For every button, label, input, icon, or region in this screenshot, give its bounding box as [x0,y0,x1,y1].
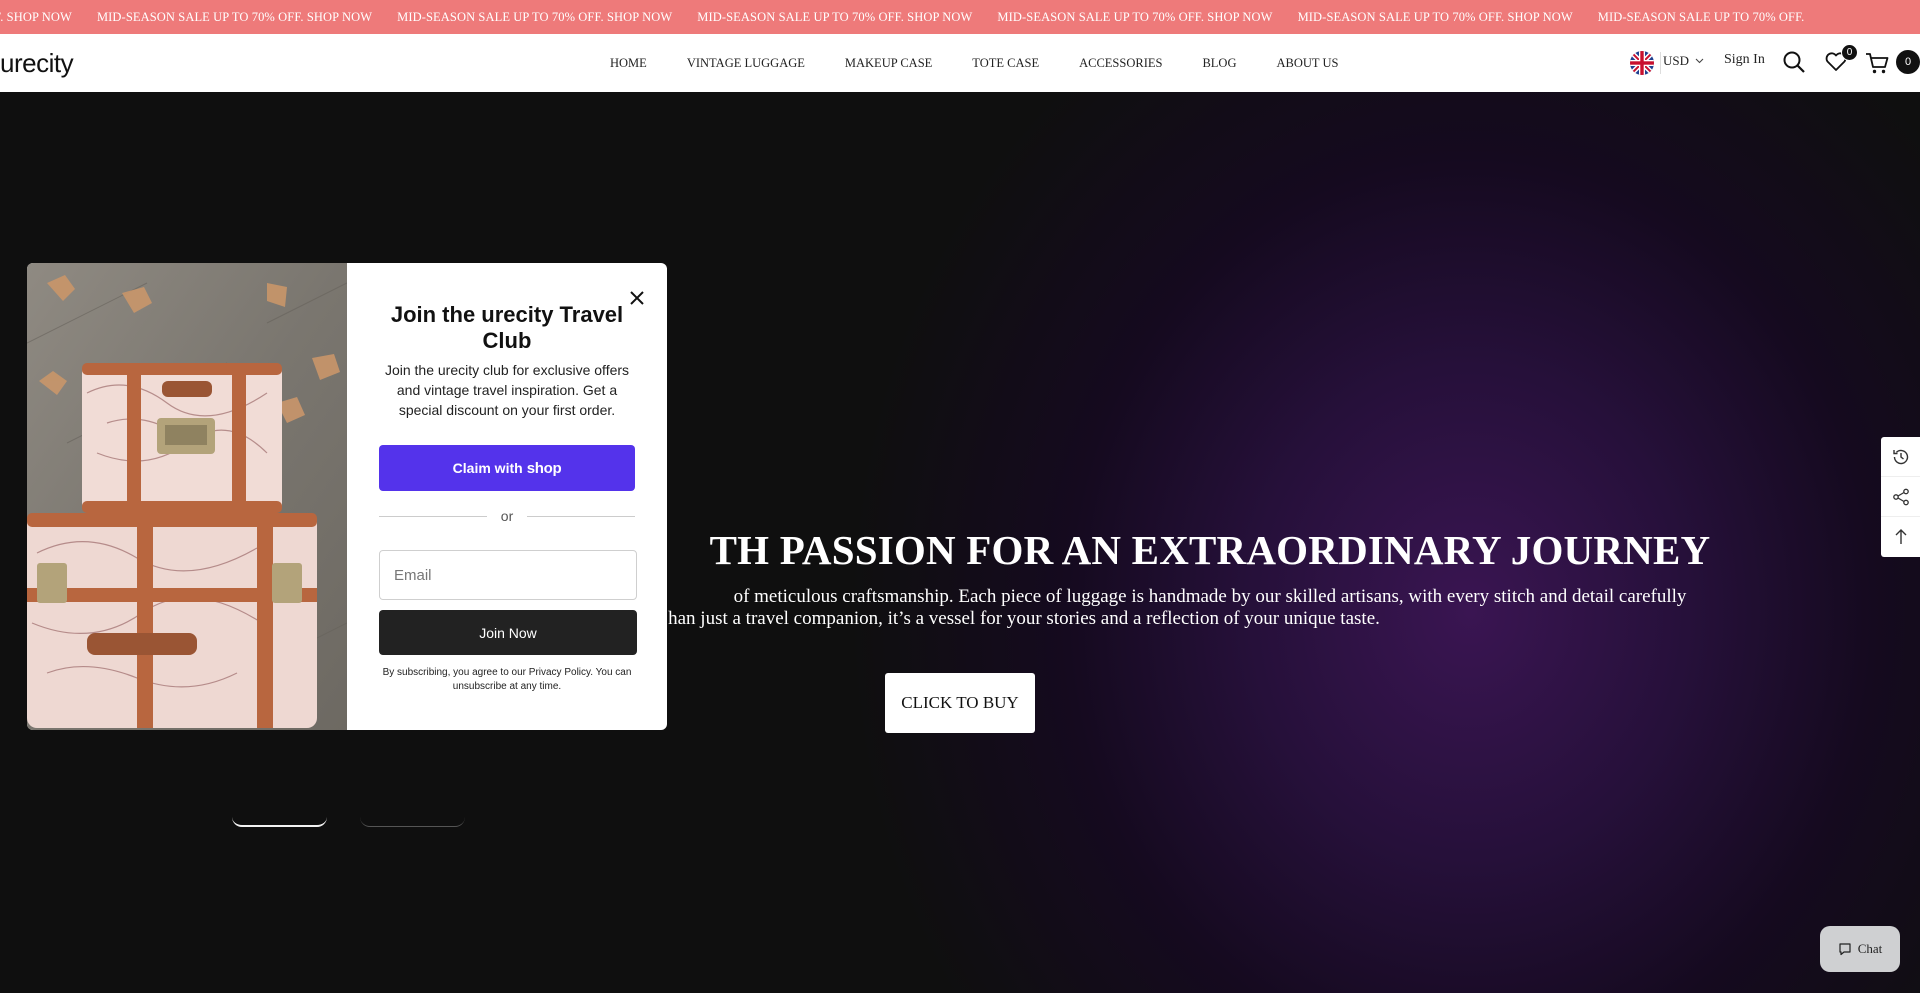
share-button[interactable] [1881,477,1920,517]
chevron-down-icon [1695,58,1704,64]
wishlist-count-badge: 0 [1841,44,1858,61]
chat-button[interactable]: Chat [1820,926,1900,972]
announcement-item[interactable]: MID-SEASON SALE UP TO 70% OFF. SHOP NOW [397,10,697,25]
chat-label: Chat [1857,941,1883,956]
nav-item-home[interactable]: HOME [590,56,667,71]
nav-item-makeup-case[interactable]: MAKEUP CASE [825,56,952,71]
click-to-buy-button[interactable]: CLICK TO BUY [885,673,1035,733]
or-divider: or [379,506,636,526]
popup-description: Join the urecity club for exclusive offe… [384,362,630,418]
chat-bubble-icon [1839,943,1851,956]
announcement-item[interactable]: OFF. SHOP NOW [0,10,97,25]
cart-icon [1866,53,1889,74]
divider-line [379,515,487,517]
divider-line [527,515,636,517]
side-toolbar [1881,437,1920,557]
slider-pagination[interactable] [360,817,465,827]
nav-item-accessories[interactable]: ACCESSORIES [1059,56,1182,71]
site-header: urecity HOME VINTAGE LUGGAGE MAKEUP CASE TO… [0,34,1920,92]
slider-pagination-active[interactable] [232,817,327,827]
shop-pay-logo: shop [526,459,562,477]
claim-with-shop-button[interactable]: Claim with shop [379,445,635,491]
cart-count-badge: 0 [1896,50,1920,74]
claim-label: Claim with [452,460,523,476]
announcement-item[interactable]: MID-SEASON SALE UP TO 70% OFF. SHOP NOW [697,10,997,25]
newsletter-popup: Join the urecity Travel Club Join the ur… [27,263,667,730]
share-icon [1892,488,1909,505]
announcement-bar[interactable]: OFF. SHOP NOWMID-SEASON SALE UP TO 70% O… [0,0,1920,34]
email-field[interactable] [379,550,637,600]
join-now-button[interactable]: Join Now [379,610,637,655]
popup-content: Join the urecity Travel Club Join the ur… [347,263,667,730]
recently-viewed-button[interactable] [1881,437,1920,477]
sign-in-link[interactable]: Sign In [1724,52,1765,68]
popup-image-luggage [27,263,347,730]
nav-item-vintage-luggage[interactable]: VINTAGE LUGGAGE [667,56,825,71]
history-icon [1892,449,1908,464]
back-to-top-button[interactable] [1881,517,1920,557]
currency-selector[interactable]: USD [1663,53,1704,69]
search-icon[interactable] [1782,50,1808,76]
announcement-item[interactable]: MID-SEASON SALE UP TO 70% OFF. SHOP NOW [97,10,397,25]
hero-title-text: TH PASSION FOR AN EXTRAORDINARY JOURNEY [709,527,1711,573]
privacy-notice: By subscribing, you agree to our Privacy… [382,667,632,692]
site-logo[interactable]: urecity [0,48,74,79]
nav-item-tote-case[interactable]: TOTE CASE [952,56,1059,71]
nav-item-about-us[interactable]: ABOUT US [1256,56,1358,71]
popup-title: Join the urecity Travel Club [390,302,624,353]
or-label: or [500,508,514,524]
announcement-item[interactable]: MID-SEASON SALE UP TO 70% OFF. [1598,10,1830,25]
uk-flag-icon[interactable] [1630,51,1654,75]
wishlist-button[interactable]: 0 [1824,44,1858,76]
currency-label: USD [1663,53,1690,68]
main-nav: HOME VINTAGE LUGGAGE MAKEUP CASE TOTE CASE A… [590,34,1358,92]
header-divider [1660,52,1661,74]
nav-item-blog[interactable]: BLOG [1182,56,1256,71]
cart-button[interactable] [1864,50,1890,76]
announcement-item[interactable]: MID-SEASON SALE UP TO 70% OFF. SHOP NOW [1298,10,1598,25]
announcement-item[interactable]: MID-SEASON SALE UP TO 70% OFF. SHOP NOW [997,10,1297,25]
arrow-up-icon [1895,529,1906,544]
